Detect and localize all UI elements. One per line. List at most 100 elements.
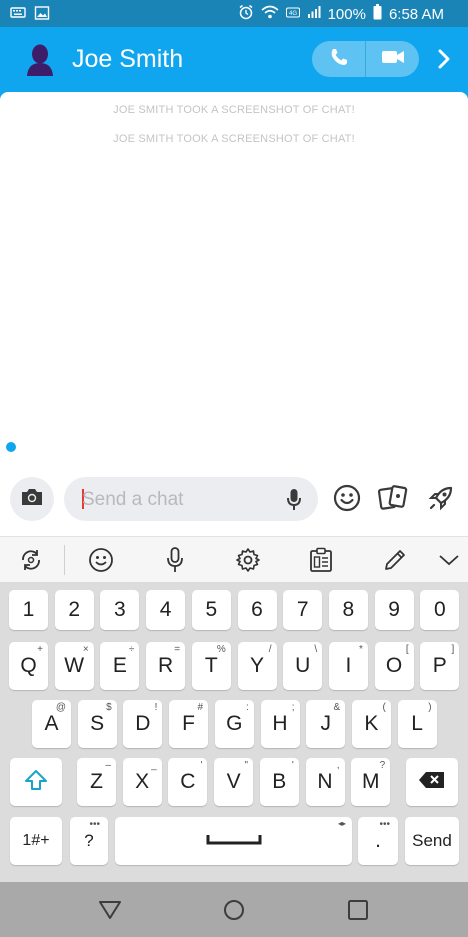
key-label: L	[411, 712, 423, 735]
key-l[interactable]: ) L	[397, 700, 437, 748]
backspace-key[interactable]	[406, 758, 458, 806]
key-i[interactable]: * I	[328, 642, 368, 690]
key-hint: +	[37, 644, 43, 655]
key-v[interactable]: " V	[214, 758, 254, 806]
wifi-icon	[261, 5, 279, 23]
chevron-right-icon[interactable]	[432, 47, 456, 71]
video-camera-icon	[381, 49, 405, 70]
key-n[interactable]: ,N	[305, 758, 345, 806]
key-w[interactable]: × W	[54, 642, 94, 690]
key-hint: @	[55, 702, 66, 713]
key-f[interactable]: # F	[169, 700, 209, 748]
key-c[interactable]: ' C	[168, 758, 208, 806]
key-m[interactable]: ? M	[351, 758, 391, 806]
spacebar[interactable]: ◂▸	[115, 817, 352, 865]
key-hint: !	[154, 702, 158, 713]
key-d[interactable]: ! D	[123, 700, 163, 748]
key-s[interactable]: $ S	[77, 700, 117, 748]
typing-indicator	[6, 442, 16, 452]
key-o[interactable]: [O	[374, 642, 414, 690]
battery-icon	[373, 4, 382, 24]
send-key[interactable]: Send	[405, 817, 459, 865]
key-label: H	[272, 712, 288, 735]
key-label: F	[182, 712, 195, 735]
clipboard-icon[interactable]	[306, 545, 336, 575]
key-1[interactable]: 1	[9, 590, 48, 630]
key-h[interactable]: ; H	[260, 700, 300, 748]
key-hint: ×	[82, 644, 89, 655]
key-hint: $	[106, 702, 112, 713]
symbols-key-label: 1#+	[22, 832, 50, 849]
key-j[interactable]: & J	[306, 700, 346, 748]
question-key[interactable]: ••• ?	[70, 817, 108, 865]
key-u[interactable]: \ U	[283, 642, 323, 690]
key-5[interactable]: 5	[191, 590, 231, 630]
key-x[interactable]: _ X	[122, 758, 162, 806]
chat-input-placeholder: Send a chat	[82, 489, 184, 510]
shift-key[interactable]	[10, 758, 62, 806]
chevron-down-icon[interactable]	[434, 545, 464, 575]
symbols-key[interactable]: 1#+	[10, 817, 62, 865]
voice-input-icon[interactable]	[160, 545, 190, 575]
camera-button[interactable]	[10, 477, 54, 521]
period-key[interactable]: ••• .	[358, 817, 398, 865]
key-label: V	[226, 770, 241, 793]
key-b[interactable]: ' B	[259, 758, 299, 806]
key-q[interactable]: + Q	[9, 642, 48, 690]
key-hint: '	[200, 760, 203, 771]
key-z[interactable]: – Z	[77, 758, 116, 806]
key-hint: ]	[451, 644, 455, 655]
settings-gear-icon[interactable]	[233, 545, 263, 575]
voice-call-button[interactable]	[312, 41, 365, 77]
contact-name[interactable]: Joe Smith	[72, 45, 183, 74]
rocket-icon[interactable]	[426, 483, 456, 513]
key-6[interactable]: 6	[237, 590, 277, 630]
key-a[interactable]: @ A	[32, 700, 71, 748]
key-label: B	[272, 770, 287, 793]
key-3[interactable]: 3	[100, 590, 140, 630]
pencil-icon[interactable]	[380, 545, 410, 575]
key-label: 3	[114, 598, 126, 621]
key-0[interactable]: 0	[420, 590, 460, 630]
key-hint: –	[105, 760, 111, 771]
back-triangle-icon[interactable]	[96, 896, 124, 924]
key-hint: (	[382, 702, 386, 713]
key-2[interactable]: 2	[54, 590, 94, 630]
key-label: Z	[90, 770, 103, 793]
avatar[interactable]	[25, 43, 55, 77]
key-label: A	[44, 712, 59, 735]
key-hint: =	[174, 644, 181, 655]
microphone-icon[interactable]	[286, 488, 302, 517]
recents-square-icon[interactable]	[344, 896, 372, 924]
key-label: M	[361, 770, 380, 793]
key-label: S	[90, 712, 105, 735]
key-label: 6	[251, 598, 263, 621]
key-t[interactable]: % T	[191, 642, 231, 690]
key-y[interactable]: / Y	[237, 642, 277, 690]
sticker-cards-icon[interactable]	[378, 483, 408, 513]
chat-area[interactable]: JOE SMITH TOOK A SCREENSHOT OF CHAT! JOE…	[0, 92, 468, 463]
key-8[interactable]: 8	[328, 590, 368, 630]
keyboard-icon	[10, 5, 26, 26]
home-circle-icon[interactable]	[220, 896, 248, 924]
translate-sync-icon[interactable]	[16, 545, 46, 575]
key-k[interactable]: (K	[351, 700, 391, 748]
emoji-icon[interactable]	[86, 545, 116, 575]
key-g[interactable]: :G	[214, 700, 254, 748]
key-label: K	[364, 712, 379, 735]
clock: 6:58 AM	[388, 5, 444, 23]
key-9[interactable]: 9	[374, 590, 414, 630]
key-e[interactable]: ÷ E	[100, 642, 140, 690]
video-call-button[interactable]	[366, 41, 419, 77]
emoji-smiley-icon[interactable]	[332, 483, 362, 513]
key-hint: )	[428, 702, 432, 713]
key-r[interactable]: = R	[146, 642, 186, 690]
key-p[interactable]: ] P	[420, 642, 460, 690]
key-hint: /	[268, 644, 272, 655]
key-label: Q	[20, 654, 37, 677]
key-4[interactable]: 4	[146, 590, 186, 630]
chat-input[interactable]: Send a chat	[64, 477, 318, 521]
key-label: 7	[296, 598, 309, 621]
key-hint: %	[216, 644, 226, 655]
key-7[interactable]: 7	[283, 590, 323, 630]
